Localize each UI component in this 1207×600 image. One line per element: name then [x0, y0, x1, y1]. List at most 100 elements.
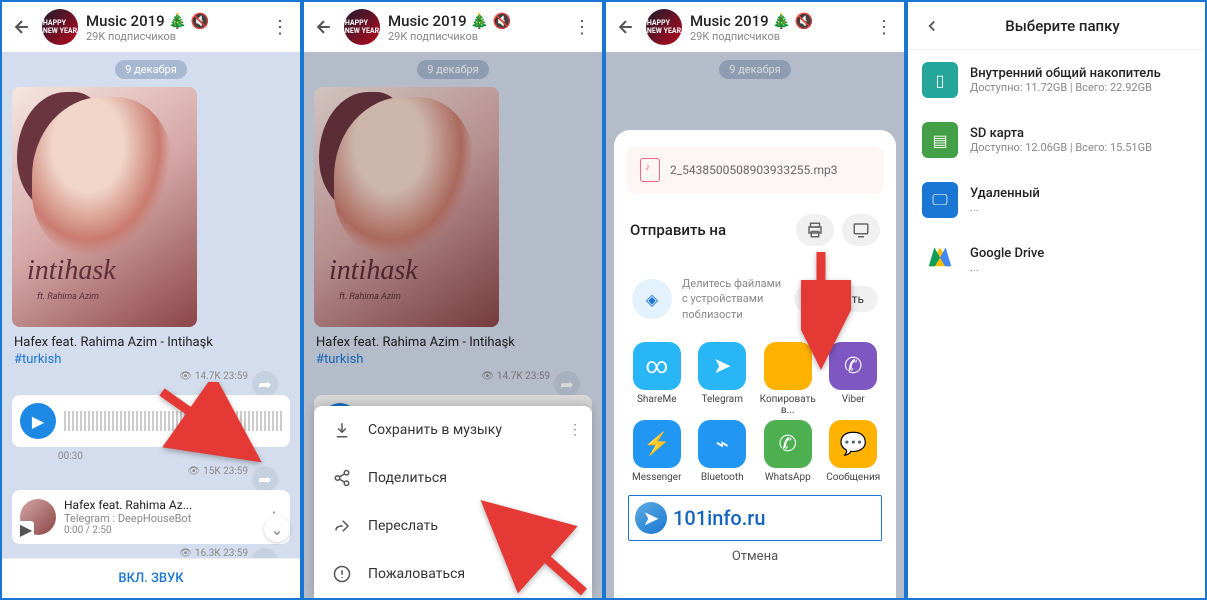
telegram-logo-icon: ➤ — [635, 502, 667, 534]
view-count: 👁 15K 23:59 — [187, 466, 248, 477]
hashtag[interactable]: #turkish — [316, 352, 590, 367]
cast-button[interactable] — [842, 214, 880, 246]
view-count: 👁 14.7K 23:59 — [481, 371, 550, 382]
share-app-whatsapp[interactable]: ✆ WhatsApp — [757, 420, 819, 483]
app-icon: 💬 — [829, 420, 877, 468]
channel-subtitle: 29K подписчиков — [86, 30, 260, 43]
channel-header: HAPPYNEW YEAR Music 2019 🎄 🔇 29K подписч… — [2, 2, 300, 52]
nearby-share-row: ◈ Делитесь файламис устройствамипоблизос… — [626, 266, 884, 332]
share-app-telegram[interactable]: ➤Telegram — [692, 342, 754, 416]
print-button[interactable] — [796, 214, 834, 246]
app-label: ShareMe — [626, 394, 688, 405]
album-art[interactable]: intihask ft. Rahima Azim — [12, 87, 197, 327]
app-label: Сообщения — [823, 472, 885, 483]
date-chip: 9 декабря — [417, 60, 489, 79]
app-icon: ⚡ — [633, 420, 681, 468]
share-icon-button[interactable]: ➦ — [252, 466, 278, 492]
menu-forward[interactable]: Переслать — [314, 502, 592, 550]
channel-avatar[interactable]: HAPPYNEW YEAR — [344, 9, 380, 45]
app-icon: ⌁ — [698, 420, 746, 468]
share-app-сообщения[interactable]: 💬 Сообщения — [823, 420, 885, 483]
menu-label: Пожаловаться — [368, 566, 465, 582]
app-label: Telegram — [692, 394, 754, 405]
menu-label: Сохранить в музыку — [368, 422, 502, 438]
back-button[interactable] — [312, 15, 336, 39]
panel-share-sheet: HAPPYNEW YEAR Music 2019 🎄 🔇 29K подписч… — [604, 0, 906, 600]
song-title: Hafex feat. Rahima Azim - Intihaşk — [14, 335, 288, 350]
music-file-icon — [640, 158, 660, 182]
track-name: Hafex feat. Rahima Az... — [64, 498, 258, 512]
share-app-копировать в...[interactable]: Копировать в... — [757, 342, 819, 416]
file-chip[interactable]: 2_5438500508903933255.mp3 — [626, 146, 884, 194]
share-icon-button[interactable]: ➦ — [554, 371, 580, 397]
channel-subtitle: 29K подписчиков — [690, 30, 864, 43]
enable-sound-button[interactable]: ВКЛ. ЗВУК — [2, 558, 300, 598]
submenu-icon[interactable]: ⋮ — [568, 422, 582, 438]
share-app-viber[interactable]: ✆Viber — [823, 342, 885, 416]
scroll-down-button[interactable]: ⌄ — [264, 516, 290, 542]
back-button[interactable] — [10, 15, 34, 39]
app-icon: ✆ — [764, 420, 812, 468]
storage-detail: Доступно: 12.06GB | Всего: 15.51GB — [970, 141, 1191, 154]
storage-detail: Доступно: 11.72GB | Всего: 22.92GB — [970, 81, 1191, 94]
panel-folder-picker: Выберите папку ▯Внутренний общий накопит… — [906, 0, 1207, 600]
storage-item[interactable]: ▤SD картаДоступно: 12.06GB | Всего: 15.5… — [908, 110, 1205, 170]
album-subtitle: ft. Rahima Azim — [339, 292, 401, 302]
storage-name: Внутренний общий накопитель — [970, 66, 1191, 81]
storage-item[interactable]: Google Drive... — [908, 230, 1205, 290]
download-icon — [332, 420, 352, 440]
app-label: WhatsApp — [757, 472, 819, 483]
track-thumbnail[interactable]: ▶ — [20, 499, 56, 535]
audio-message[interactable]: ▶ — [12, 395, 290, 447]
channel-title[interactable]: Music 2019 🎄 🔇 — [86, 12, 260, 30]
waveform[interactable] — [64, 411, 282, 431]
play-button[interactable]: ▶ — [20, 403, 56, 439]
app-icon — [764, 342, 812, 390]
context-menu: Сохранить в музыку ⋮ Поделиться Переслат… — [314, 406, 592, 598]
share-app-shareme[interactable]: ∞ShareMe — [626, 342, 688, 416]
cancel-button[interactable]: Отмена — [626, 541, 884, 572]
app-label: Viber — [823, 394, 885, 405]
share-icon — [332, 468, 352, 488]
back-button[interactable] — [920, 14, 944, 38]
channel-title[interactable]: Music 2019 🎄 🔇 — [388, 12, 562, 30]
storage-detail: ... — [970, 201, 1191, 214]
album-title: intihask — [27, 255, 116, 287]
storage-item[interactable]: ▯Внутренний общий накопительДоступно: 11… — [908, 50, 1205, 110]
menu-report[interactable]: Пожаловаться — [314, 550, 592, 598]
song-title: Hafex feat. Rahima Azim - Intihaşk — [316, 335, 590, 350]
share-app-messenger[interactable]: ⚡Messenger — [626, 420, 688, 483]
channel-header: HAPPYNEW YEAR Music 2019 🎄 🔇 29K подписч… — [606, 2, 904, 52]
track-position: 0:00 / 2:50 — [64, 525, 258, 536]
hashtag[interactable]: #turkish — [14, 352, 288, 367]
view-count: 👁 14.7K 23:59 — [179, 371, 248, 382]
share-app-grid: ∞ShareMe➤TelegramКопировать в...✆Viber⚡M… — [626, 342, 884, 483]
send-to-label: Отправить на — [630, 221, 726, 239]
storage-icon: 🖵 — [922, 182, 958, 218]
share-icon-button[interactable]: ➦ — [252, 371, 278, 397]
date-chip: 9 декабря — [719, 60, 791, 79]
share-app-bluetooth[interactable]: ⌁ Bluetooth — [692, 420, 754, 483]
channel-avatar[interactable]: HAPPYNEW YEAR — [646, 9, 682, 45]
channel-header: HAPPYNEW YEAR Music 2019 🎄 🔇 29K подписч… — [304, 2, 602, 52]
storage-name: Удаленный — [970, 186, 1191, 201]
more-button[interactable]: ⋮ — [872, 17, 896, 38]
nearby-icon: ◈ — [632, 279, 672, 319]
channel-title[interactable]: Music 2019 🎄 🔇 — [690, 12, 864, 30]
menu-share[interactable]: Поделиться — [314, 454, 592, 502]
more-button[interactable]: ⋮ — [268, 17, 292, 38]
storage-item[interactable]: 🖵 Удаленный... — [908, 170, 1205, 230]
album-subtitle: ft. Rahima Azim — [37, 292, 99, 302]
folder-picker-title: Выберите папку — [956, 17, 1169, 35]
menu-save-to-music[interactable]: Сохранить в музыку ⋮ — [314, 406, 592, 454]
app-label: Bluetooth — [692, 472, 754, 483]
back-button[interactable] — [614, 15, 638, 39]
album-art[interactable]: intihask ft. Rahima Azim — [314, 87, 499, 327]
track-row[interactable]: ▶ Hafex feat. Rahima Az... Telegram : De… — [12, 490, 290, 544]
folder-picker-header: Выберите папку — [908, 2, 1205, 50]
storage-icon: ▤ — [922, 122, 958, 158]
nearby-text: Делитесь файламис устройствамипоблизости — [682, 276, 784, 322]
channel-avatar[interactable]: HAPPYNEW YEAR — [42, 9, 78, 45]
more-button[interactable]: ⋮ — [570, 17, 594, 38]
enable-nearby-button[interactable]: Включить — [794, 286, 878, 312]
